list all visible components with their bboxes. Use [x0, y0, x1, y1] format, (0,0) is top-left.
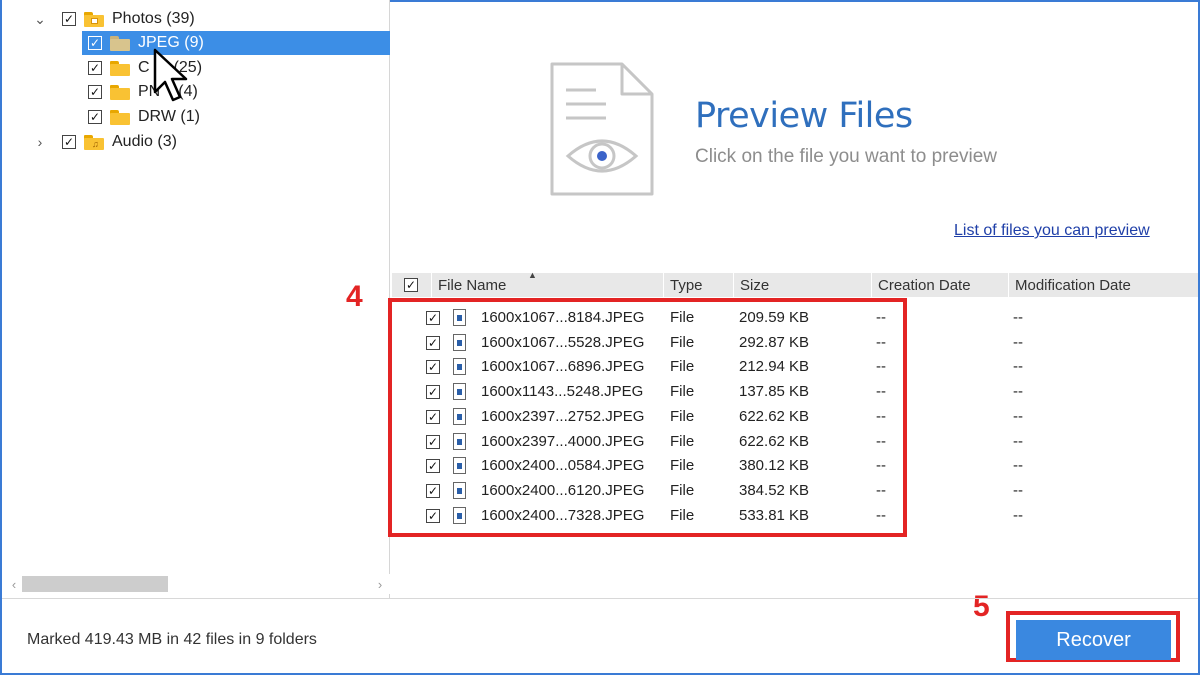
- tree-item-photos[interactable]: ⌄ ✓ Photos (39): [32, 7, 382, 31]
- modification-date-cell: --: [1013, 383, 1023, 401]
- horizontal-scrollbar[interactable]: ‹ ›: [6, 574, 390, 594]
- column-modification-date[interactable]: Modification Date: [1009, 273, 1198, 297]
- preview-document-eye-icon: [550, 62, 654, 196]
- modification-date-cell: --: [1013, 333, 1023, 351]
- scroll-right-arrow-icon[interactable]: ›: [372, 574, 388, 594]
- column-file-name[interactable]: File Name: [432, 273, 664, 297]
- modification-date-cell: --: [1013, 309, 1023, 326]
- recover-button[interactable]: Recover: [1016, 620, 1171, 660]
- checkbox[interactable]: ✓: [88, 110, 102, 124]
- checkbox[interactable]: ✓: [88, 85, 102, 99]
- checkbox[interactable]: ✓: [88, 36, 102, 50]
- audio-folder-icon: ♫: [84, 134, 104, 150]
- tree-item-label: DRW (1): [138, 108, 200, 125]
- column-size[interactable]: Size: [734, 273, 872, 297]
- tree-item-drw[interactable]: ✓ DRW (1): [88, 105, 388, 129]
- tree-item-label: Photos (39): [112, 10, 195, 27]
- preview-title: Preview Files: [695, 96, 913, 136]
- bottom-divider: [2, 598, 1198, 599]
- tree-item-label: C: [138, 59, 150, 76]
- column-creation-date[interactable]: Creation Date: [872, 273, 1009, 297]
- folder-tree-pane: ⌄ ✓ Photos (39) ✓ JPEG (9) ✓ C (25) ✓ PN…: [2, 0, 390, 598]
- tree-item-png[interactable]: ✓ PN (4): [88, 80, 388, 104]
- tree-item-audio[interactable]: › ✓ ♫ Audio (3): [32, 130, 382, 154]
- step-5-label: 5: [973, 590, 990, 623]
- modification-date-cell: --: [1013, 457, 1023, 475]
- checkbox[interactable]: ✓: [62, 135, 76, 149]
- scroll-left-arrow-icon[interactable]: ‹: [6, 574, 22, 594]
- step-4-label: 4: [346, 280, 363, 313]
- previewable-files-link[interactable]: List of files you can preview: [954, 222, 1150, 240]
- scrollbar-thumb[interactable]: [22, 576, 168, 592]
- file-table-header: ✓ File Name Type Size Creation Date Modi…: [392, 273, 1198, 297]
- tree-item-label: Audio (3): [112, 133, 177, 150]
- checkbox[interactable]: ✓: [62, 12, 76, 26]
- checkbox[interactable]: ✓: [88, 61, 102, 75]
- column-type[interactable]: Type: [664, 273, 734, 297]
- file-list-highlight-box: [388, 298, 907, 537]
- modification-date-cell: --: [1013, 506, 1023, 524]
- folder-icon: [110, 109, 130, 125]
- tree-item-jpeg[interactable]: ✓ JPEG (9): [82, 31, 390, 55]
- select-all-checkbox[interactable]: ✓: [404, 278, 418, 292]
- modification-date-cell: --: [1013, 432, 1023, 450]
- modification-date-cell: --: [1013, 358, 1023, 376]
- chevron-right-icon[interactable]: ›: [32, 134, 48, 150]
- chevron-down-icon[interactable]: ⌄: [32, 11, 48, 27]
- mouse-cursor-icon: [153, 48, 188, 102]
- tree-item-c[interactable]: ✓ C (25): [88, 56, 388, 80]
- sort-ascending-icon: ▲: [528, 270, 537, 280]
- folder-icon: [110, 84, 130, 100]
- folder-icon: [110, 60, 130, 76]
- select-all-header[interactable]: ✓: [392, 273, 432, 297]
- modification-date-cell: --: [1013, 407, 1023, 425]
- modification-date-cell: --: [1013, 481, 1023, 499]
- preview-subtitle: Click on the file you want to preview: [695, 146, 998, 167]
- photo-folder-icon: [84, 11, 104, 27]
- marked-status-text: Marked 419.43 MB in 42 files in 9 folder…: [27, 631, 317, 648]
- folder-icon: [110, 35, 130, 51]
